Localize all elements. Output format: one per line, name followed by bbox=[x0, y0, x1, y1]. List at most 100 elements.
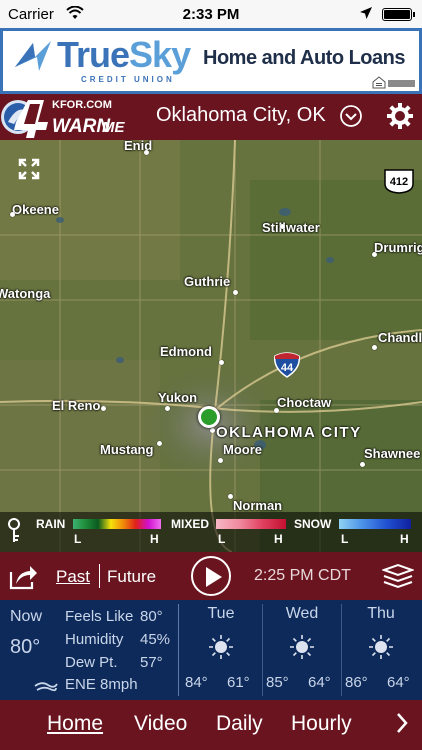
ad-brand-sub: CREDIT UNION bbox=[81, 75, 175, 84]
map-place-label: Drumright bbox=[374, 240, 422, 255]
map-place-label: Okeene bbox=[12, 202, 59, 217]
gear-icon[interactable] bbox=[386, 102, 414, 130]
map-place-label: Norman bbox=[233, 498, 283, 513]
equal-housing-icon bbox=[372, 76, 415, 89]
play-button[interactable] bbox=[191, 556, 231, 596]
dew-point-label: Dew Pt. bbox=[65, 654, 118, 671]
logo-me-text: ME bbox=[102, 119, 125, 136]
forecast-high: 85° bbox=[266, 674, 289, 691]
battery-icon bbox=[382, 8, 415, 21]
legend-snow-low: L bbox=[341, 532, 349, 546]
sun-icon bbox=[369, 635, 393, 659]
location-name[interactable]: Oklahoma City, OK bbox=[156, 104, 326, 127]
map-place-label: OKLAHOMA CITY bbox=[216, 424, 362, 441]
status-bar: Carrier 2:33 PM bbox=[0, 0, 422, 28]
map-place-label: Chandler bbox=[378, 330, 422, 345]
chevron-down-icon[interactable] bbox=[340, 105, 362, 127]
app-screen: Carrier 2:33 PM TrueSky CREDIT UNION Hom… bbox=[0, 0, 422, 750]
location-arrow-icon bbox=[360, 7, 372, 19]
map-place-dot bbox=[280, 224, 285, 229]
radar-timestamp: 2:25 PM CDT bbox=[254, 567, 351, 584]
us-highway-412-icon: 412 bbox=[384, 169, 414, 194]
feels-like-label: Feels Like bbox=[65, 608, 134, 625]
nav-tab-hourly[interactable]: Hourly bbox=[291, 712, 352, 736]
humidity-label: Humidity bbox=[65, 631, 124, 648]
ad-tagline: Home and Auto Loans bbox=[203, 47, 405, 69]
humidity-value: 45% bbox=[140, 631, 171, 648]
forecast-day-name: Tue bbox=[207, 605, 235, 622]
map-place-label: Watonga bbox=[0, 286, 51, 301]
map-place-dot bbox=[233, 290, 238, 295]
forecast-day[interactable]: Thu 86° 64° bbox=[341, 600, 421, 700]
legend-rain-high: H bbox=[150, 532, 159, 546]
conditions-panel[interactable]: Now 80° Feels Like 80° Humidity 45% Dew … bbox=[0, 600, 422, 700]
panel-divider bbox=[178, 604, 179, 696]
ad-brand: TrueSky bbox=[57, 34, 191, 76]
map-place-dot bbox=[219, 360, 224, 365]
highway-44-label: 44 bbox=[281, 362, 294, 374]
key-icon[interactable] bbox=[6, 518, 22, 544]
forecast-low: 64° bbox=[308, 674, 331, 691]
current-conditions: Now 80° Feels Like 80° Humidity 45% Dew … bbox=[0, 600, 178, 700]
nav-tab-video[interactable]: Video bbox=[134, 712, 187, 736]
nav-tab-daily[interactable]: Daily bbox=[216, 712, 263, 736]
map-place-dot bbox=[101, 406, 106, 411]
forecast-day[interactable]: Tue 84° 61° bbox=[181, 600, 261, 700]
map-place-dot bbox=[144, 150, 149, 155]
forecast-low: 61° bbox=[227, 674, 250, 691]
map-place-dot bbox=[372, 252, 377, 257]
layers-icon[interactable] bbox=[382, 563, 414, 589]
map-place-label: Choctaw bbox=[277, 395, 332, 410]
app-header: KFOR.COM WARN ME Oklahoma City, OK bbox=[0, 94, 422, 140]
now-label: Now bbox=[10, 608, 43, 625]
truesky-logo-icon bbox=[15, 41, 51, 71]
legend-snow-label: SNOW bbox=[294, 517, 332, 531]
map-place-dot bbox=[210, 428, 215, 433]
map-place-dot bbox=[274, 408, 279, 413]
current-temp: 80° bbox=[10, 636, 41, 658]
dew-point-value: 57° bbox=[140, 654, 163, 671]
highway-412-label: 412 bbox=[390, 176, 408, 188]
map-place-label: Mustang bbox=[100, 442, 154, 457]
clock: 2:33 PM bbox=[182, 6, 240, 23]
share-icon[interactable] bbox=[8, 562, 38, 590]
forecast-day-name: Thu bbox=[367, 605, 395, 622]
past-toggle[interactable]: Past bbox=[56, 567, 90, 587]
map-place-dot bbox=[10, 212, 15, 217]
nav-tab-home[interactable]: Home bbox=[47, 712, 103, 736]
radar-map[interactable]: 412 44 EnidOkeeneStillwaterDrumrightWato… bbox=[0, 140, 422, 552]
chevron-right-icon[interactable] bbox=[395, 711, 409, 735]
map-place-label: Edmond bbox=[160, 344, 212, 359]
legend-mixed-high: H bbox=[274, 532, 283, 546]
map-place-dot bbox=[372, 345, 377, 350]
legend-snow-bar bbox=[339, 519, 411, 529]
map-place-label: Yukon bbox=[158, 390, 198, 405]
bottom-nav: Home Video Daily Hourly bbox=[0, 700, 422, 750]
wind-value: ENE 8mph bbox=[65, 676, 138, 693]
forecast-high: 84° bbox=[185, 674, 208, 691]
map-place-label: Moore bbox=[223, 442, 262, 457]
ad-banner[interactable]: TrueSky CREDIT UNION Home and Auto Loans bbox=[0, 28, 422, 94]
legend-mixed-bar bbox=[216, 519, 286, 529]
radar-playback-bar: Past Future 2:25 PM CDT bbox=[0, 552, 422, 600]
map-place-label: Stillwater bbox=[262, 220, 320, 235]
toggle-divider bbox=[99, 564, 100, 588]
forecast-low: 64° bbox=[387, 674, 410, 691]
forecast-day[interactable]: Wed 85° 64° bbox=[262, 600, 342, 700]
forecast-high: 86° bbox=[345, 674, 368, 691]
current-location-marker bbox=[198, 406, 220, 428]
logo-station-text: KFOR.COM bbox=[52, 99, 112, 111]
map-place-label: Guthrie bbox=[184, 274, 231, 289]
legend-rain-low: L bbox=[74, 532, 82, 546]
sun-icon bbox=[209, 635, 233, 659]
legend-rain-bar bbox=[73, 519, 161, 529]
map-place-dot bbox=[218, 458, 223, 463]
future-toggle[interactable]: Future bbox=[107, 567, 156, 587]
ad-brand-sky: Sky bbox=[129, 34, 191, 75]
map-place-dot bbox=[165, 406, 170, 411]
fullscreen-expand-icon[interactable] bbox=[16, 156, 42, 182]
ad-brand-true: True bbox=[57, 34, 130, 75]
legend-mixed-label: MIXED bbox=[171, 517, 210, 531]
legend-snow-high: H bbox=[400, 532, 409, 546]
legend-mixed-low: L bbox=[218, 532, 226, 546]
